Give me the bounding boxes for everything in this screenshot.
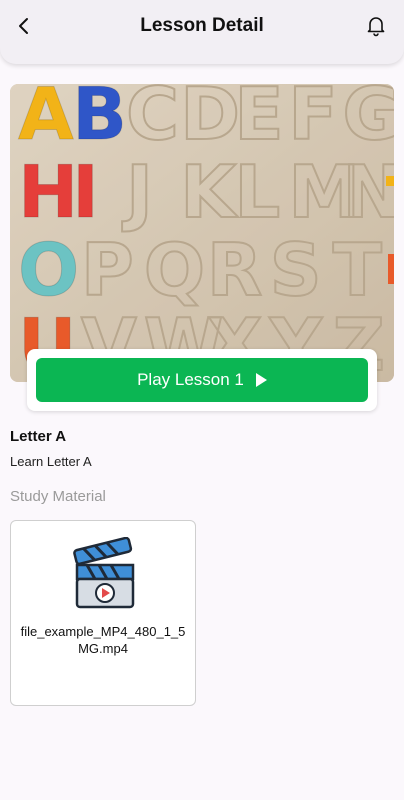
puzzle-letter-n: N bbox=[343, 150, 394, 234]
play-icon bbox=[255, 373, 267, 387]
bell-icon[interactable] bbox=[364, 13, 388, 37]
puzzle-letter-o: O bbox=[18, 228, 79, 312]
play-lesson-card: Play Lesson 1 bbox=[27, 349, 377, 411]
puzzle-letter-i: I bbox=[72, 150, 99, 234]
alphabet-puzzle-image: AB C DE F GHI J KL MNO P Q R S TU V WX Y Z bbox=[10, 84, 394, 382]
study-material-file-card[interactable]: file_example_MP4_480_1_5MG.mp4 bbox=[10, 520, 196, 706]
app-header: Lesson Detail bbox=[0, 0, 404, 64]
puzzle-letter-p: P bbox=[81, 228, 134, 312]
play-lesson-label: Play Lesson 1 bbox=[137, 370, 244, 389]
puzzle-letter-b: B bbox=[72, 84, 127, 156]
lesson-hero-image: ABCDEFGHIJKLMNOPQRSTUVWXYZ bbox=[10, 84, 394, 382]
lesson-title: Letter A bbox=[10, 428, 67, 445]
puzzle-piece bbox=[386, 176, 394, 186]
video-clapperboard-icon bbox=[73, 537, 135, 609]
puzzle-letter-t: T bbox=[333, 228, 382, 312]
puzzle-letter-c: C bbox=[126, 84, 179, 156]
puzzle-letter-d: D bbox=[180, 84, 240, 156]
puzzle-letter-h: H bbox=[18, 150, 78, 234]
puzzle-letter-l: L bbox=[234, 150, 280, 234]
lesson-description: Learn Letter A bbox=[10, 454, 92, 469]
puzzle-letter-k: K bbox=[180, 150, 238, 234]
puzzle-piece bbox=[388, 254, 394, 284]
puzzle-letter-e: E bbox=[234, 84, 283, 156]
page-title: Lesson Detail bbox=[140, 15, 264, 36]
play-lesson-button[interactable]: Play Lesson 1 bbox=[36, 358, 368, 402]
file-name: file_example_MP4_480_1_5MG.mp4 bbox=[20, 624, 186, 656]
puzzle-letter-g: G bbox=[343, 84, 394, 156]
study-material-heading: Study Material bbox=[10, 488, 106, 505]
puzzle-letter-q: Q bbox=[144, 228, 205, 312]
puzzle-letter-j: J bbox=[121, 150, 153, 234]
puzzle-letter-r: R bbox=[207, 228, 262, 312]
puzzle-letter-f: F bbox=[288, 84, 337, 156]
puzzle-letter-a: A bbox=[18, 84, 74, 156]
puzzle-letter-s: S bbox=[270, 228, 322, 312]
